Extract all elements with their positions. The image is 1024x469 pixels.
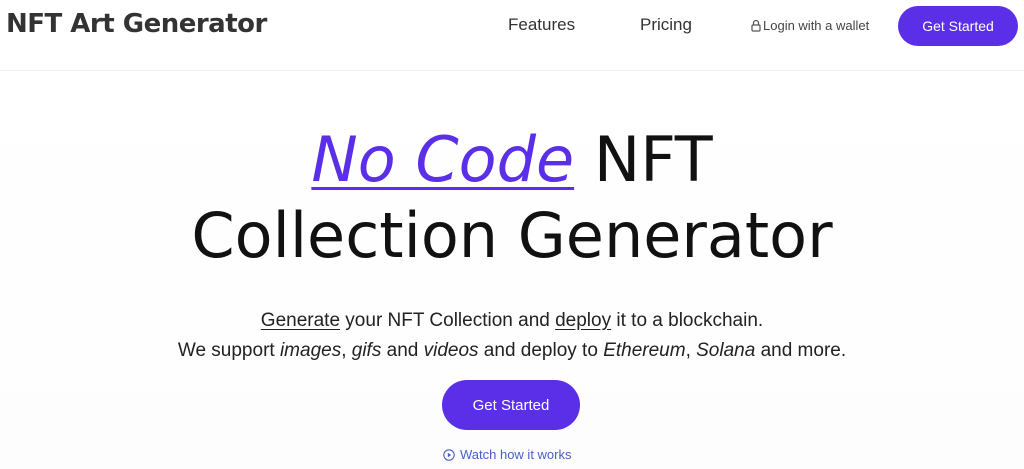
hero-headline: No Code NFT Collection Generator <box>0 120 1024 276</box>
subtext-fragment: , <box>685 340 697 361</box>
images-word: images <box>279 340 342 361</box>
nav-link-pricing[interactable]: Pricing <box>640 15 692 35</box>
headline-line-1: No Code NFT <box>0 120 1024 200</box>
login-label: Login with a wallet <box>763 18 870 33</box>
subtext-fragment: your NFT Collection and <box>340 310 556 331</box>
watch-how-it-works-link[interactable]: Watch how it works <box>443 447 572 462</box>
subtext-line-2: We support images, gifs and videos and d… <box>0 336 1024 366</box>
solana-word: Solana <box>696 340 756 361</box>
subtext-fragment: it to a blockchain. <box>611 310 764 331</box>
headline-accent-text: No Code <box>311 123 575 196</box>
lock-icon <box>751 19 761 32</box>
deploy-word: deploy <box>555 310 612 331</box>
generate-word: Generate <box>260 310 341 331</box>
subtext-fragment: and more. <box>755 340 847 361</box>
play-circle-icon <box>443 448 455 461</box>
top-navbar: NFT Art Generator Features Pricing Login… <box>0 0 1024 71</box>
hero-subtext: Generate your NFT Collection and deploy … <box>0 306 1024 366</box>
subtext-line-1: Generate your NFT Collection and deploy … <box>0 306 1024 336</box>
login-with-wallet-link[interactable]: Login with a wallet <box>751 18 869 33</box>
nav-get-started-button[interactable]: Get Started <box>898 6 1018 46</box>
subtext-fragment: We support <box>177 340 280 361</box>
subtext-fragment: and deploy to <box>478 340 604 361</box>
hero-get-started-button[interactable]: Get Started <box>442 380 580 430</box>
ethereum-word: Ethereum <box>603 340 686 361</box>
brand-logo-text[interactable]: NFT Art Generator <box>6 9 267 39</box>
headline-line-2: Collection Generator <box>191 199 833 272</box>
watch-label: Watch how it works <box>460 447 572 462</box>
nav-link-features[interactable]: Features <box>508 15 575 35</box>
headline-nft-text: NFT <box>574 123 713 196</box>
gifs-word: gifs <box>351 340 382 361</box>
subtext-fragment: and <box>381 340 424 361</box>
videos-word: videos <box>423 340 479 361</box>
subtext-fragment: , <box>341 340 352 361</box>
